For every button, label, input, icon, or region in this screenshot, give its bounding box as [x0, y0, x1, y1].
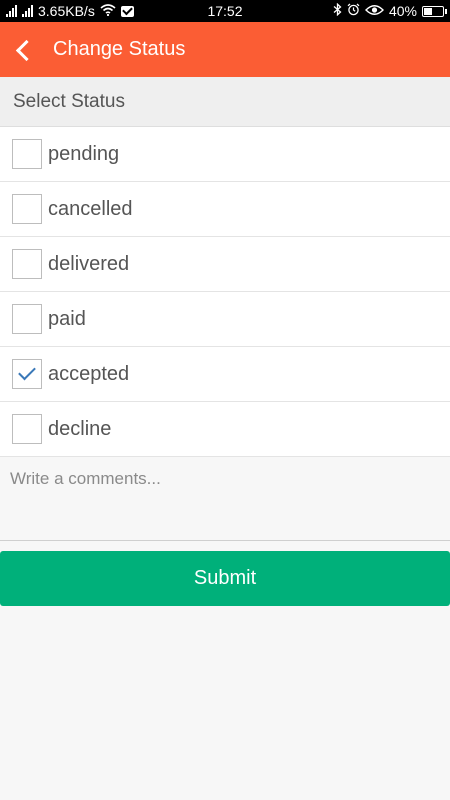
- checkbox[interactable]: [12, 139, 42, 169]
- status-option-pending[interactable]: pending: [0, 127, 450, 182]
- checkbox[interactable]: [12, 304, 42, 334]
- comment-input[interactable]: [0, 457, 450, 541]
- status-option-cancelled[interactable]: cancelled: [0, 182, 450, 237]
- battery-icon: [422, 5, 447, 17]
- back-arrow-icon[interactable]: [8, 32, 38, 68]
- status-bar-right: 40%: [333, 2, 447, 19]
- option-label: accepted: [48, 362, 130, 385]
- status-option-decline[interactable]: decline: [0, 402, 450, 457]
- alarm-icon: [347, 3, 360, 19]
- eye-icon: [364, 3, 384, 19]
- option-label: decline: [48, 417, 112, 440]
- checkbox[interactable]: [12, 194, 42, 224]
- battery-fill: [424, 7, 432, 15]
- checkbox[interactable]: [12, 249, 42, 279]
- bluetooth-icon: [333, 2, 342, 19]
- app-bar: Change Status: [0, 22, 450, 77]
- section-header: Select Status: [0, 77, 450, 127]
- status-bar: 3.65KB/s 17:52 40%: [0, 0, 450, 22]
- option-label: paid: [48, 307, 86, 330]
- page-title: Change Status: [53, 38, 186, 60]
- option-label: delivered: [48, 252, 130, 275]
- submit-button[interactable]: Submit: [0, 551, 450, 606]
- checkbox[interactable]: [12, 359, 42, 389]
- option-label: cancelled: [48, 197, 133, 220]
- checkmark-icon: [18, 362, 36, 381]
- status-options-list: pending cancelled delivered paid accepte…: [0, 127, 450, 457]
- status-option-delivered[interactable]: delivered: [0, 237, 450, 292]
- battery-percent: 40%: [388, 3, 417, 19]
- status-option-paid[interactable]: paid: [0, 292, 450, 347]
- status-option-accepted[interactable]: accepted: [0, 347, 450, 402]
- checkbox[interactable]: [12, 414, 42, 444]
- option-label: pending: [48, 142, 120, 165]
